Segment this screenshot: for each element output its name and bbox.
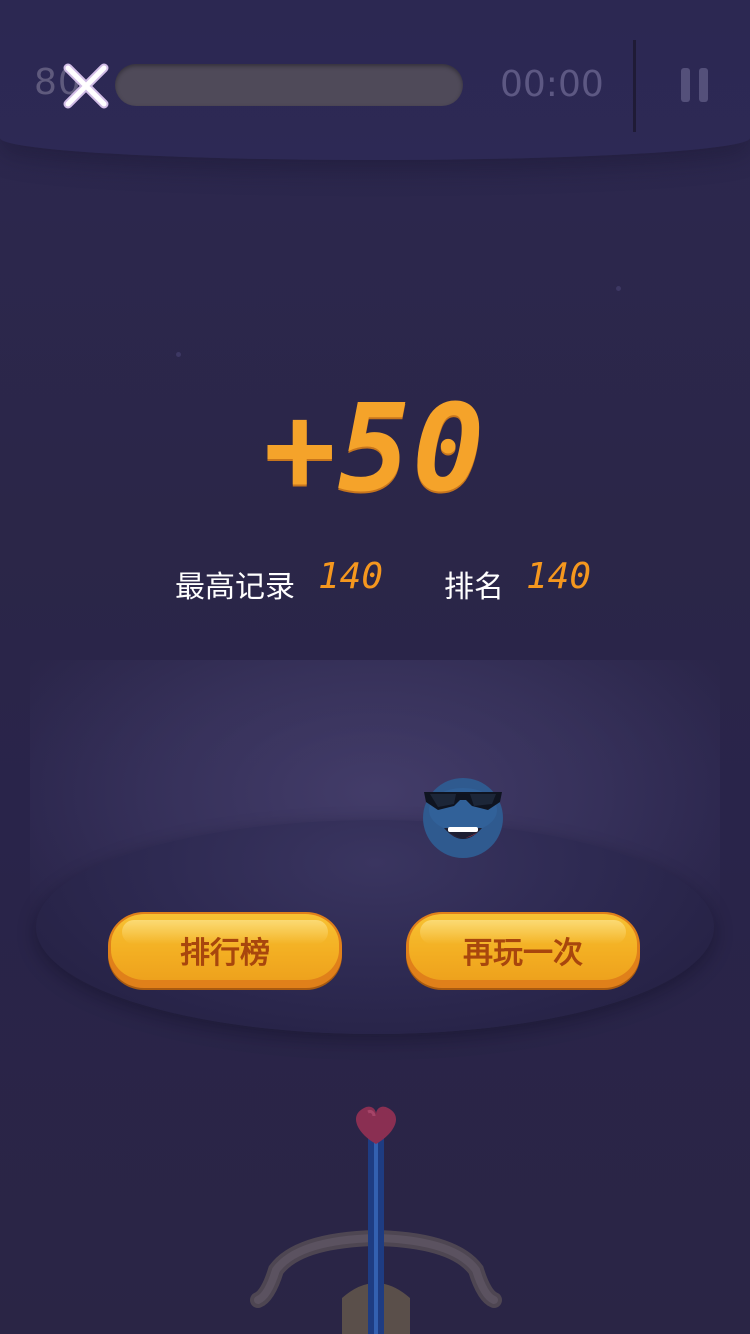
star-dot: [616, 286, 621, 291]
pause-button[interactable]: [672, 64, 716, 108]
close-button[interactable]: [60, 60, 112, 112]
game-screen: 80 00:00 +50 最高记录 140 排名 140 排行榜 再玩一次: [0, 0, 750, 1334]
play-again-button[interactable]: 再玩一次: [406, 912, 640, 990]
rank-value: 140: [526, 556, 592, 597]
star-dot: [176, 352, 181, 357]
progress-bar: [115, 64, 463, 106]
score-gain: +50: [263, 380, 487, 519]
leaderboard-label: 排行榜: [180, 936, 270, 971]
play-again-label: 再玩一次: [463, 936, 583, 971]
leaderboard-button[interactable]: 排行榜: [108, 912, 342, 990]
bow-and-arrow: [248, 1100, 504, 1334]
best-record-label: 最高记录: [175, 570, 295, 605]
sunglasses-blob-character: [418, 772, 508, 862]
best-record-value: 140: [318, 556, 384, 597]
top-hud: 80 00:00: [0, 0, 750, 160]
pause-icon: [681, 68, 690, 102]
timer-display: 00:00: [500, 64, 604, 105]
close-icon: [63, 63, 109, 109]
hud-divider: [633, 40, 636, 132]
rank-label: 排名: [444, 570, 504, 605]
